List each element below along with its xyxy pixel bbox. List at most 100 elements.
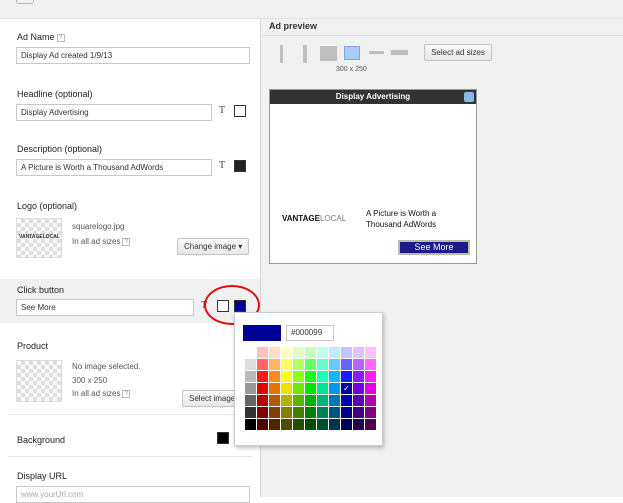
help-icon[interactable]: ? [56,33,65,42]
color-cell[interactable] [353,383,364,394]
color-cell[interactable] [269,419,280,430]
color-cell[interactable] [329,371,340,382]
color-cell[interactable] [365,395,376,406]
color-cell[interactable] [257,347,268,358]
click-button-input[interactable]: See More [16,299,194,316]
color-cell[interactable] [305,371,316,382]
description-input[interactable]: A Picture is Worth a Thousand AdWords [16,159,212,176]
color-cell[interactable] [293,347,304,358]
color-cell[interactable] [269,383,280,394]
color-cell[interactable] [365,407,376,418]
size-300x250-selected-icon[interactable] [344,46,360,60]
color-cell[interactable] [329,359,340,370]
color-cell[interactable] [353,359,364,370]
color-cell[interactable] [281,419,292,430]
color-cell[interactable] [293,419,304,430]
color-cell[interactable] [281,383,292,394]
size-square-icon[interactable] [320,46,337,61]
color-cell[interactable] [341,407,352,418]
color-cell[interactable] [317,395,328,406]
color-cell[interactable] [269,359,280,370]
color-cell[interactable] [245,407,256,418]
color-cell[interactable] [245,395,256,406]
color-cell[interactable] [245,347,256,358]
color-cell[interactable] [293,383,304,394]
color-cell[interactable] [365,359,376,370]
color-cell[interactable] [245,383,256,394]
color-cell[interactable] [245,371,256,382]
color-cell[interactable] [329,419,340,430]
color-cell[interactable] [353,371,364,382]
color-cell[interactable] [305,347,316,358]
color-cell[interactable] [305,395,316,406]
color-cell[interactable] [269,407,280,418]
checkmark-icon[interactable]: ✓ [341,383,352,394]
color-cell[interactable] [293,359,304,370]
color-cell[interactable] [269,347,280,358]
color-cell[interactable] [305,407,316,418]
color-cell[interactable] [329,395,340,406]
color-cell[interactable] [317,407,328,418]
select-image-button[interactable]: Select image [182,390,238,407]
color-cell[interactable] [293,407,304,418]
color-cell[interactable] [281,359,292,370]
color-cell[interactable] [329,407,340,418]
size-leaderboard-icon[interactable] [369,51,384,54]
color-cell[interactable] [365,347,376,358]
color-cell[interactable] [329,347,340,358]
color-cell[interactable] [317,359,328,370]
color-cell[interactable] [341,419,352,430]
hex-input[interactable]: #000099 [286,325,334,341]
color-cell[interactable] [305,359,316,370]
color-cell[interactable] [281,347,292,358]
color-cell[interactable] [245,359,256,370]
color-cell[interactable] [317,383,328,394]
help-icon[interactable]: ? [122,237,131,246]
size-skyscraper-icon[interactable] [280,45,283,63]
size-banner-icon[interactable] [391,50,408,55]
color-cell[interactable] [353,395,364,406]
color-cell[interactable] [305,419,316,430]
color-cell[interactable] [257,407,268,418]
display-url-input[interactable]: www.yourUrl.com [16,486,250,503]
color-cell[interactable] [305,383,316,394]
color-cell[interactable] [257,419,268,430]
color-cell[interactable] [353,407,364,418]
change-image-button[interactable]: Change image ▾ [177,238,249,255]
color-cell[interactable] [365,371,376,382]
color-cell[interactable] [365,383,376,394]
color-cell[interactable] [281,407,292,418]
color-cell[interactable] [365,419,376,430]
color-cell[interactable] [341,395,352,406]
color-cell[interactable] [269,371,280,382]
background-color-swatch[interactable] [217,432,229,444]
color-cell[interactable] [293,371,304,382]
color-cell[interactable] [317,419,328,430]
description-color-swatch[interactable] [234,160,246,172]
color-cell[interactable] [257,359,268,370]
color-cell[interactable] [257,371,268,382]
headline-color-swatch[interactable] [234,105,246,117]
color-cell[interactable] [329,383,340,394]
headline-input[interactable]: Display Advertising [16,104,212,121]
color-cell[interactable] [257,395,268,406]
color-cell[interactable] [281,395,292,406]
color-cell[interactable] [341,359,352,370]
color-cell[interactable] [293,395,304,406]
color-cell[interactable] [317,347,328,358]
color-cell[interactable] [353,347,364,358]
help-icon[interactable]: ? [122,389,131,398]
text-color-icon[interactable]: T [219,160,225,171]
size-wide-skyscraper-icon[interactable] [303,45,307,63]
select-ad-sizes-button[interactable]: Select ad sizes [424,44,492,61]
color-cell[interactable] [257,383,268,394]
ad-name-input[interactable]: Display Ad created 1/9/13 [16,47,250,64]
color-cell[interactable] [317,371,328,382]
text-color-icon[interactable]: T [219,105,225,116]
color-cell[interactable] [245,419,256,430]
color-cell[interactable] [353,419,364,430]
color-cell[interactable] [269,395,280,406]
color-cell[interactable] [341,347,352,358]
color-cell[interactable] [341,371,352,382]
color-cell[interactable] [281,371,292,382]
